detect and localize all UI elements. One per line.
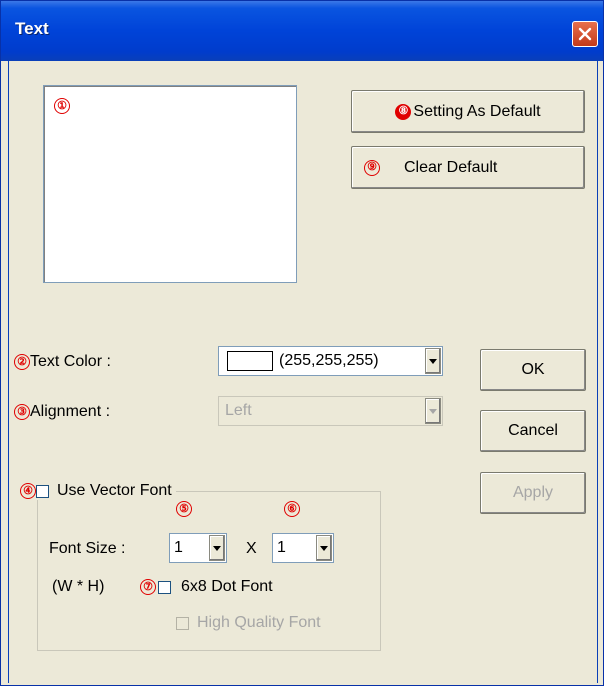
ok-label: OK: [521, 361, 545, 378]
close-icon: [578, 27, 592, 41]
chevron-down-icon: [429, 408, 437, 414]
font-size-label: Font Size :: [49, 540, 126, 557]
high-quality-font-checkbox[interactable]: [176, 616, 189, 630]
font-height-dropdown-button[interactable]: [316, 535, 332, 561]
chevron-down-icon: [213, 545, 221, 551]
wh-label: (W * H): [52, 578, 105, 595]
text-color-select[interactable]: (255,255,255): [218, 346, 443, 376]
alignment-value: Left: [225, 402, 252, 419]
callout-marker-2: ②: [14, 354, 30, 370]
alignment-dropdown-button[interactable]: [425, 398, 441, 424]
use-vector-font-row: ④ Use Vector Font: [20, 482, 176, 500]
setting-as-default-label: Setting As Default: [413, 102, 541, 120]
alignment-row: ③ Alignment :: [14, 403, 110, 421]
dot-font-checkbox[interactable]: [158, 580, 171, 594]
alignment-label: Alignment :: [30, 403, 111, 420]
alignment-select[interactable]: Left: [218, 396, 443, 426]
callout-marker-4: ④: [20, 483, 36, 499]
apply-button[interactable]: Apply: [480, 472, 586, 514]
use-vector-font-label: Use Vector Font: [57, 482, 172, 499]
text-color-dropdown-button[interactable]: [425, 348, 441, 374]
cancel-button[interactable]: Cancel: [480, 410, 586, 452]
callout-marker-6: ⑥: [284, 501, 300, 517]
setting-as-default-button[interactable]: ⑧ Setting As Default: [351, 90, 585, 133]
use-vector-font-checkbox[interactable]: [36, 484, 49, 498]
callout-marker-9: ⑨: [364, 159, 380, 176]
font-height-value: 1: [277, 539, 286, 556]
callout-marker-5: ⑤: [176, 501, 192, 517]
multiply-label: X: [246, 540, 257, 557]
high-quality-font-row: High Quality Font: [176, 614, 321, 632]
apply-label: Apply: [512, 484, 554, 501]
font-width-select[interactable]: 1: [169, 533, 227, 563]
callout-marker-7: ⑦: [140, 579, 156, 595]
dot-font-label: 6x8 Dot Font: [181, 578, 273, 595]
clear-default-button[interactable]: ⑨ Clear Default: [351, 146, 585, 189]
callout-marker-1: ①: [54, 98, 70, 114]
text-color-row: ② Text Color :: [14, 353, 111, 371]
text-dialog: Text ① ⑧ Setting As Default ⑨ Clear Defa…: [0, 0, 604, 686]
ok-button[interactable]: OK: [480, 349, 586, 391]
close-button[interactable]: [572, 21, 598, 47]
text-preview-box: ①: [43, 85, 297, 283]
cancel-label: Cancel: [508, 422, 558, 439]
chevron-down-icon: [429, 358, 437, 364]
callout-marker-8: ⑧: [395, 103, 412, 120]
dot-font-row: ⑦ 6x8 Dot Font: [140, 578, 273, 596]
font-width-dropdown-button[interactable]: [209, 535, 225, 561]
text-color-value: (255,255,255): [279, 352, 379, 369]
title-bar[interactable]: Text: [1, 1, 603, 61]
high-quality-font-label: High Quality Font: [197, 614, 321, 631]
font-height-select[interactable]: 1: [272, 533, 334, 563]
callout-marker-3: ③: [14, 404, 30, 420]
dialog-body: ① ⑧ Setting As Default ⑨ Clear Default ②…: [8, 61, 598, 683]
window-title: Text: [15, 19, 49, 38]
chevron-down-icon: [320, 545, 328, 551]
text-color-label: Text Color :: [30, 353, 111, 370]
clear-default-label: Clear Default: [404, 158, 498, 176]
font-width-value: 1: [174, 539, 183, 556]
color-swatch: [227, 351, 273, 371]
